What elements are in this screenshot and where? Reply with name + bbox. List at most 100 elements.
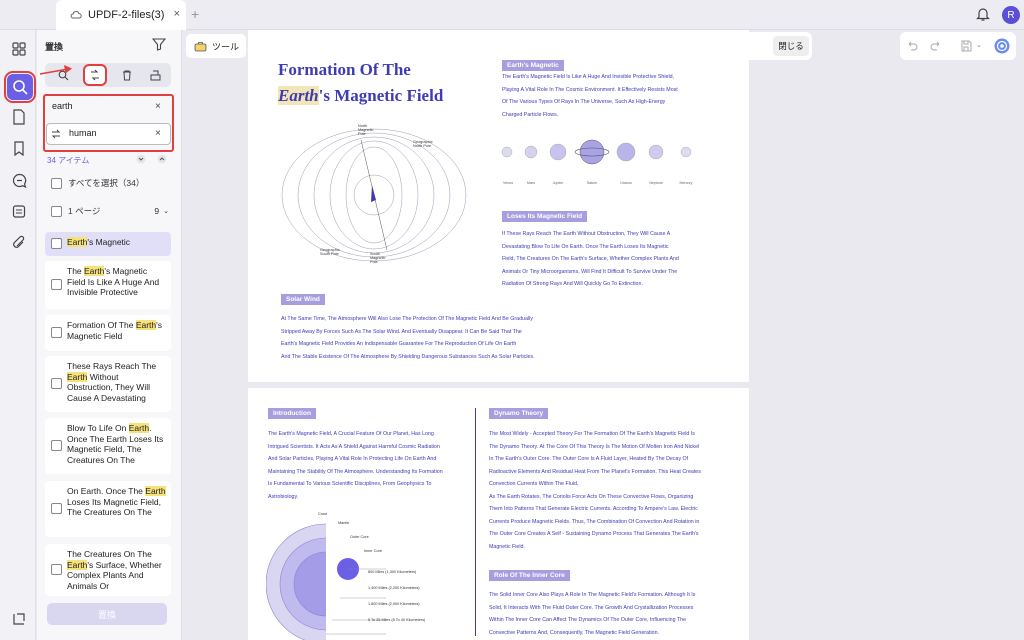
text-line: In The Earth's Outer Core. The Outer Cor… [489, 456, 689, 462]
text-line: The Outer Core Creates A Self - Sustaini… [489, 531, 699, 537]
page-icon[interactable] [8, 106, 30, 128]
text-line: Is Fundamental To Various Scientific Dis… [268, 481, 432, 487]
text-line: Currents Produce Magnetic Fields. Thus, … [489, 518, 700, 525]
attachment-icon[interactable] [8, 231, 30, 253]
chevron-up-icon[interactable] [157, 154, 167, 164]
panel-title: 置換 [45, 42, 64, 52]
text-line: Of The Various Types Of Rays In The Univ… [502, 99, 666, 105]
redo-icon[interactable] [930, 40, 942, 52]
comment-list-icon[interactable] [8, 169, 30, 191]
result-checkbox[interactable] [51, 279, 62, 290]
ai-assistant-icon[interactable] [994, 38, 1010, 54]
distance-label: 1,400 Miles (2,250 Kilometers) [368, 586, 420, 590]
layer-label: Outer Core [350, 535, 369, 539]
filter-icon[interactable] [152, 37, 166, 51]
result-text-pre: The Creatures On The [67, 549, 152, 559]
result-match: Earth [145, 486, 166, 496]
distance-label: 5 To 25 Miles (8 To 40 Kilometers) [368, 618, 426, 622]
replace-button[interactable]: 置換 [47, 603, 167, 625]
text-line: Magnetic Field. [489, 543, 525, 550]
save-icon[interactable] [960, 40, 972, 52]
search-input[interactable]: earth [46, 97, 171, 117]
result-checkbox[interactable] [51, 440, 62, 451]
page-group-label: 1 ページ [68, 206, 101, 216]
text-line: Field, The Creatures On The Earth's Surf… [502, 256, 679, 262]
text-line: Astrobiology. [268, 493, 299, 500]
distance-label: 1,800 Miles (2,900 Kilometers) [368, 602, 420, 606]
undo-icon[interactable] [906, 40, 918, 52]
tab-close-icon[interactable]: × [174, 8, 180, 20]
chevron-down-icon[interactable]: ⌄ [976, 41, 982, 49]
page-checkbox[interactable] [51, 205, 62, 217]
text-line: Earth's Magnetic Field Provides An Indis… [281, 341, 517, 347]
text-line: Within The Inner Core Can Affect The Dyn… [489, 617, 687, 623]
cloud-icon [70, 11, 82, 19]
replace-input[interactable]: human [46, 123, 171, 145]
document-tab[interactable]: UPDF-2-files(3) × [56, 0, 186, 30]
search-icon[interactable] [4, 71, 36, 103]
result-checkbox[interactable] [51, 503, 62, 514]
replace-mode-icon[interactable] [83, 64, 107, 86]
result-count: 34 アイテム [47, 156, 90, 165]
redact-icon[interactable] [145, 66, 165, 84]
layer-label: Mantle [338, 521, 350, 525]
layers-icon[interactable] [8, 608, 30, 630]
result-item[interactable]: These Rays Reach The Earth Without Obstr… [45, 356, 171, 412]
text-line: Convective Patterns And, Consequently, T… [489, 629, 659, 636]
clear-search-icon[interactable]: × [155, 101, 161, 112]
chevron-down-icon[interactable] [136, 154, 146, 164]
result-text-pre: On Earth. Once The [67, 486, 146, 496]
tab-title: UPDF-2-files(3) [88, 9, 165, 21]
avatar[interactable]: R [1002, 6, 1020, 24]
result-item[interactable]: On Earth. Once The Earth Loses Its Magne… [45, 481, 171, 537]
section-text: The Earth's Magnetic Field Is Like A Hug… [502, 71, 732, 121]
thumbnails-icon[interactable] [8, 38, 30, 60]
text-line: The Earth's Magnetic Field, A Crucial Fe… [268, 431, 434, 437]
tool-label: ツール [212, 41, 240, 52]
diagram-label: Geographic North Pole [413, 140, 433, 148]
text-line: The Solid Inner Core Also Plays A Role I… [489, 592, 696, 598]
result-item[interactable]: Formation Of The Earth's Magnetic Field [45, 315, 171, 351]
clear-replace-icon[interactable]: × [155, 128, 161, 139]
text-line: Intrigued Scientists. It Acts As A Shiel… [268, 443, 440, 450]
result-match: Earth [67, 237, 88, 247]
page-group-row[interactable]: 1 ページ 9 ⌄ [51, 205, 169, 217]
bell-icon[interactable] [975, 6, 991, 22]
result-item[interactable]: The Creatures On The Earth's Surface, Wh… [45, 544, 171, 596]
left-rail [0, 30, 36, 640]
result-text-pre: Blow To Life On [67, 423, 129, 433]
delete-icon[interactable] [117, 66, 137, 84]
magnetic-field-diagram [281, 128, 467, 262]
select-all-row[interactable]: すべてを選択（34） [51, 177, 144, 189]
select-all-label: すべてを選択（34） [68, 178, 145, 188]
text-line: Them Into Patterns That Generate Electri… [489, 506, 698, 512]
stamp-list-icon[interactable] [8, 200, 30, 222]
planet-label: Uranus [620, 181, 632, 185]
result-text-post: Loses Its Magnetic Field, The Creatures … [67, 496, 162, 518]
text-line: Devastating Blow To Life On Earth. Once … [502, 243, 669, 250]
planet-label: Neptune [649, 181, 663, 185]
section-heading: Introduction [268, 408, 316, 419]
tool-button[interactable]: ツール [186, 34, 246, 58]
result-item[interactable]: Earth's Magnetic [45, 232, 171, 256]
result-match: Earth [135, 320, 157, 330]
planet-label: Saturn [586, 181, 598, 185]
replace-panel: 置換 earth × human × 34 アイテム すべてを選択（34） 1 … [37, 30, 182, 640]
result-checkbox[interactable] [51, 564, 62, 575]
section-heading: Solar Wind [281, 294, 325, 305]
title-rest: 's Magnetic Field [318, 86, 444, 105]
result-item[interactable]: The Earth's Magnetic Field Is Like A Hug… [45, 261, 171, 309]
bookmark-icon[interactable] [8, 137, 30, 159]
page-chevron-icon[interactable]: ⌄ [163, 207, 169, 215]
right-toolbar: ⌄ [900, 32, 1016, 60]
text-line: Maintaining The Stability Of The Atmosph… [268, 468, 443, 475]
new-tab-icon[interactable]: + [191, 6, 199, 22]
result-item[interactable]: Blow To Life On Earth. Once The Earth Lo… [45, 418, 171, 474]
result-checkbox[interactable] [51, 327, 62, 338]
layer-label: Inner Core [364, 549, 382, 553]
result-checkbox[interactable] [51, 238, 62, 249]
close-button[interactable]: 閉じる [773, 36, 809, 56]
result-checkbox[interactable] [51, 378, 62, 389]
select-all-checkbox[interactable] [51, 177, 62, 189]
planets-illustration [501, 139, 692, 165]
